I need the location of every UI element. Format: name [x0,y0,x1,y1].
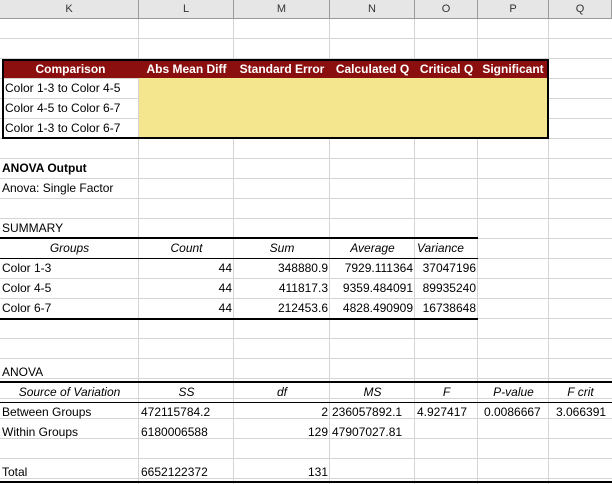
groups-header[interactable]: Groups [0,238,139,258]
f-crit-header[interactable]: F crit [549,382,612,402]
significant-header[interactable]: Significant [478,60,548,78]
ms-header[interactable]: MS [330,382,415,402]
anova-bottom-border [0,481,612,483]
variance-header[interactable]: Variance [415,238,478,258]
summary-sum[interactable]: 212453.6 [234,298,330,318]
comparison-row-label[interactable]: Color 1-3 to Color 6-7 [3,118,122,138]
gridline [0,198,612,199]
gridline [0,358,612,359]
summary-sum[interactable]: 411817.3 [234,278,330,298]
gridline [0,458,612,459]
calculated-q-header[interactable]: Calculated Q [330,60,415,78]
gridline [0,38,612,39]
within-df[interactable]: 129 [234,422,330,442]
summary-variance[interactable]: 37047196 [415,258,478,278]
column-header-p[interactable]: P [478,0,549,19]
critical-q-header[interactable]: Critical Q [415,60,478,78]
gridline [0,58,612,59]
count-header[interactable]: Count [139,238,234,258]
summary-bottom-border [0,318,478,320]
between-df[interactable]: 2 [234,402,330,422]
summary-group[interactable]: Color 6-7 [0,298,53,318]
anova-title[interactable]: ANOVA [0,362,45,382]
column-header-q[interactable]: Q [549,0,612,19]
between-p-value[interactable]: 0.0086667 [482,402,543,422]
summary-variance[interactable]: 89935240 [415,278,478,298]
spreadsheet: K L M N O P Q Comparison Abs Mean Diff S… [0,0,612,484]
within-ms[interactable]: 47907027.81 [330,422,404,442]
between-f-crit[interactable]: 3.066391 [554,402,608,422]
comparison-row-label[interactable]: Color 1-3 to Color 4-5 [3,78,122,98]
total-ss[interactable]: 6652122372 [139,462,210,482]
total-label[interactable]: Total [0,462,29,482]
column-header-k[interactable]: K [0,0,139,19]
summary-count[interactable]: 44 [139,298,234,318]
gridline [0,218,612,219]
column-header-l[interactable]: L [139,0,234,19]
summary-variance[interactable]: 16738648 [415,298,478,318]
column-header-n[interactable]: N [330,0,415,19]
gridline [0,158,612,159]
p-value-header[interactable]: P-value [478,382,549,402]
summary-count[interactable]: 44 [139,278,234,298]
column-header-m[interactable]: M [234,0,330,19]
comparison-header[interactable]: Comparison [3,60,138,78]
summary-sum[interactable]: 348880.9 [234,258,330,278]
between-f[interactable]: 4.927417 [415,402,469,422]
summary-title[interactable]: SUMMARY [0,218,65,238]
within-ss[interactable]: 6180006588 [139,422,210,442]
ss-header[interactable]: SS [139,382,234,402]
average-header[interactable]: Average [330,238,415,258]
anova-output-subtitle[interactable]: Anova: Single Factor [0,178,115,198]
summary-average[interactable]: 9359.484091 [330,278,415,298]
between-ss[interactable]: 472115784.2 [139,402,212,422]
comparison-row-label[interactable]: Color 4-5 to Color 6-7 [3,98,122,118]
gridline [548,19,549,484]
source-header[interactable]: Source of Variation [0,382,139,402]
total-df[interactable]: 131 [234,462,330,482]
gridline [0,138,612,139]
summary-group[interactable]: Color 1-3 [0,258,53,278]
df-header[interactable]: df [234,382,330,402]
summary-average[interactable]: 4828.490909 [330,298,415,318]
within-groups-label[interactable]: Within Groups [0,422,80,442]
f-header[interactable]: F [415,382,478,402]
between-groups-label[interactable]: Between Groups [0,402,93,422]
standard-error-header[interactable]: Standard Error [234,60,330,78]
anova-output-title[interactable]: ANOVA Output [0,158,89,178]
summary-count[interactable]: 44 [139,258,234,278]
comparison-input-area[interactable] [139,78,548,138]
between-ms[interactable]: 236057892.1 [330,402,404,422]
sum-header[interactable]: Sum [234,238,330,258]
column-header-o[interactable]: O [415,0,478,19]
summary-group[interactable]: Color 4-5 [0,278,53,298]
abs-mean-diff-header[interactable]: Abs Mean Diff [139,60,234,78]
summary-average[interactable]: 7929.111364 [330,258,415,278]
gridline [0,338,612,339]
gridline [0,378,612,379]
